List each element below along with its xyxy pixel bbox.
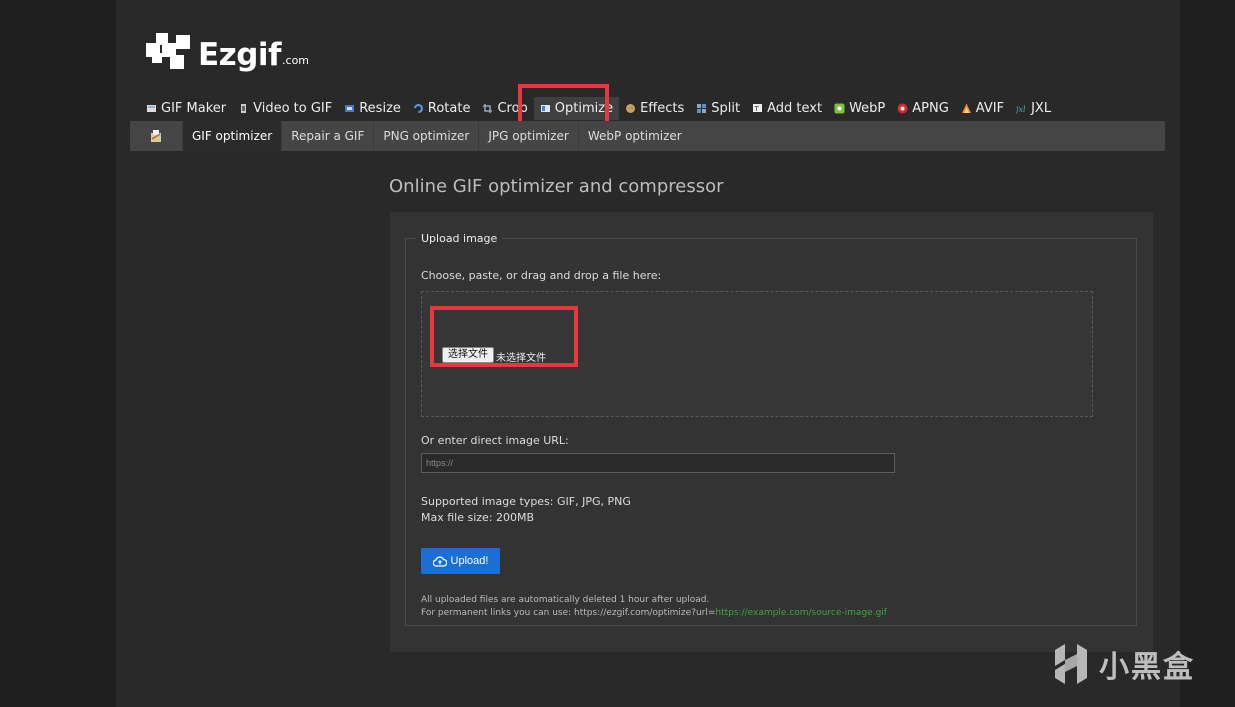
optimizer-tools-icon	[130, 121, 182, 151]
logo[interactable]: Ezgif .com	[146, 31, 309, 71]
nav-gif-maker[interactable]: GIF Maker	[140, 97, 232, 120]
nav-effects[interactable]: Effects	[619, 97, 690, 120]
auto-delete-note: All uploaded files are automatically del…	[421, 595, 710, 605]
avif-icon	[961, 103, 971, 113]
upload-button-label: Upload!	[450, 555, 489, 567]
nav-label: Effects	[640, 101, 685, 116]
tab-jpg-optimizer[interactable]: JPG optimizer	[478, 121, 578, 151]
split-icon	[697, 104, 707, 113]
heybox-logo-icon	[1055, 644, 1087, 684]
nav-label: APNG	[912, 101, 949, 116]
tab-repair-gif[interactable]: Repair a GIF	[281, 121, 373, 151]
choose-file-label: Choose, paste, or drag and drop a file h…	[421, 269, 662, 282]
tab-png-optimizer[interactable]: PNG optimizer	[373, 121, 478, 151]
logo-text: Ezgif	[198, 37, 282, 73]
nav-resize[interactable]: Resize	[338, 97, 407, 120]
sub-nav: GIF optimizer Repair a GIF PNG optimizer…	[130, 121, 1165, 151]
crop-icon	[483, 104, 493, 113]
max-file-size: Max file size: 200MB	[421, 511, 535, 524]
nav-label: Add text	[767, 101, 823, 116]
nav-rotate[interactable]: Rotate	[407, 97, 477, 120]
example-url-link[interactable]: https://example.com/source-image.gif	[715, 608, 887, 618]
nav-label: Resize	[359, 101, 401, 116]
permanent-link-prefix: For permanent links you can use: https:/…	[421, 608, 716, 618]
nav-split[interactable]: Split	[690, 97, 746, 120]
nav-add-text[interactable]: T Add text	[746, 97, 828, 120]
nav-label: Split	[711, 101, 741, 116]
effects-icon	[626, 104, 636, 113]
file-input-highlight-box	[430, 306, 578, 367]
upload-panel: Upload image Choose, paste, or drag and …	[390, 212, 1153, 652]
nav-webp[interactable]: WebP	[828, 97, 891, 120]
tab-gif-optimizer[interactable]: GIF optimizer	[182, 121, 282, 151]
upload-fieldset: Upload image Choose, paste, or drag and …	[405, 232, 1137, 626]
url-label: Or enter direct image URL:	[421, 434, 569, 447]
nav-label: GIF Maker	[161, 101, 227, 116]
permanent-link-note: For permanent links you can use: https:/…	[421, 608, 887, 618]
jxl-icon: jxl	[1016, 105, 1026, 114]
ezgif-logo-icon	[146, 33, 190, 69]
webp-icon	[834, 103, 845, 114]
gif-maker-icon	[147, 105, 156, 112]
cloud-upload-icon	[432, 556, 447, 567]
nav-label: Rotate	[427, 101, 471, 116]
video-icon	[241, 104, 247, 113]
nav-jxl[interactable]: jxl JXL	[1010, 97, 1057, 120]
nav-label: JXL	[1031, 101, 1052, 116]
nav-video-to-gif[interactable]: Video to GIF	[232, 97, 338, 120]
tools-icon	[151, 130, 161, 142]
rotate-icon	[413, 104, 423, 113]
logo-suffix: .com	[282, 54, 310, 67]
nav-label: WebP	[849, 101, 886, 116]
apng-icon	[897, 103, 908, 114]
nav-apng[interactable]: APNG	[891, 97, 955, 120]
watermark-text: 小黑盒	[1099, 650, 1195, 685]
nav-avif[interactable]: AVIF	[955, 97, 1010, 120]
resize-icon	[345, 105, 355, 112]
nav-label: Video to GIF	[253, 101, 333, 116]
add-text-icon: T	[753, 104, 763, 113]
url-input[interactable]	[421, 453, 895, 473]
watermark: 小黑盒	[1051, 640, 1195, 688]
page-title: Online GIF optimizer and compressor	[389, 176, 724, 197]
tab-webp-optimizer[interactable]: WebP optimizer	[577, 121, 691, 151]
svg-text:jxl: jxl	[1016, 105, 1026, 114]
upload-legend: Upload image	[421, 232, 498, 245]
supported-types: Supported image types: GIF, JPG, PNG	[421, 495, 631, 508]
svg-text:T: T	[754, 105, 760, 113]
upload-button[interactable]: Upload!	[421, 548, 500, 574]
nav-label: AVIF	[975, 101, 1005, 116]
